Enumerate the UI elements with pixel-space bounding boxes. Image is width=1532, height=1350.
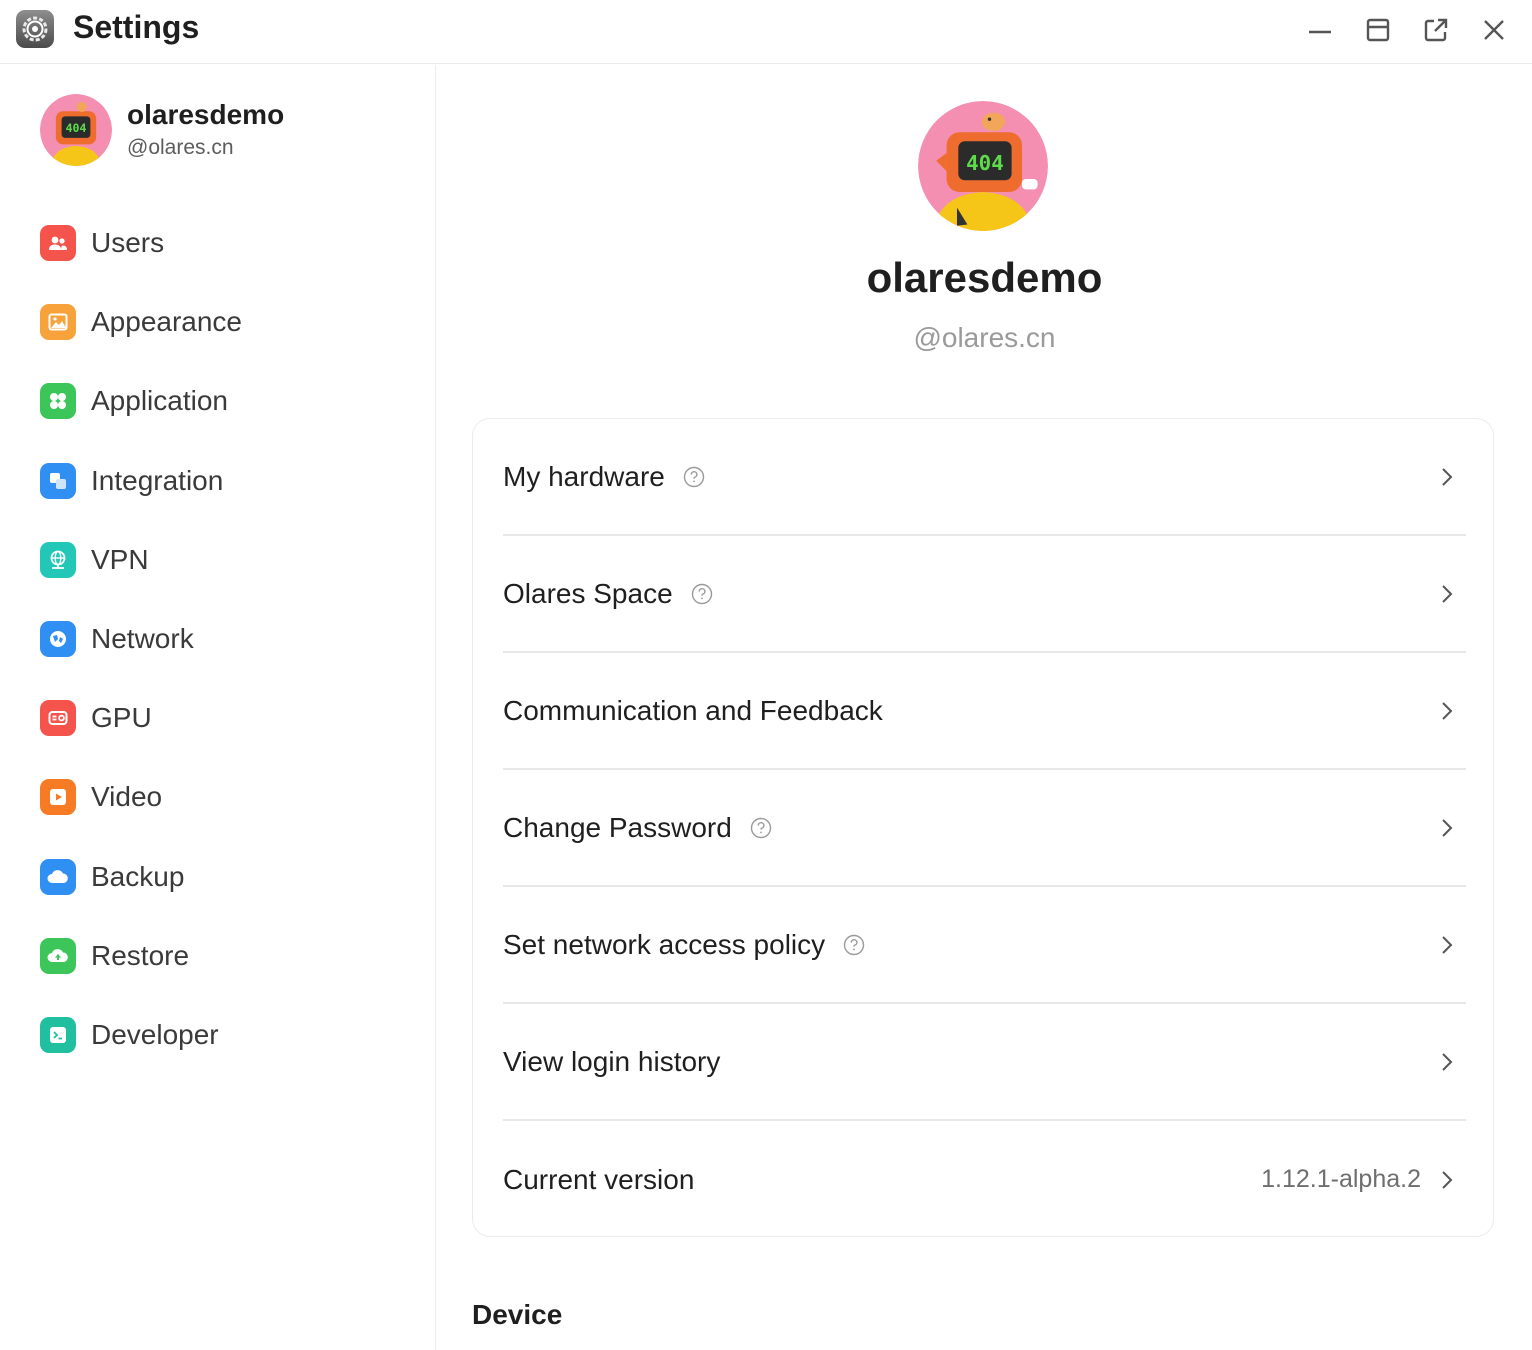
- sidebar-item-label: Application: [91, 385, 228, 417]
- close-button[interactable]: [1476, 12, 1512, 48]
- avatar-screen-text: 404: [66, 121, 87, 135]
- title-bar: Settings: [0, 0, 1532, 64]
- row-olares-space[interactable]: Olares Space: [503, 536, 1466, 653]
- version-value: 1.12.1-alpha.2: [1261, 1165, 1421, 1193]
- sidebar-item-label: Backup: [91, 860, 185, 892]
- open-external-button[interactable]: [1418, 12, 1454, 48]
- row-label: Change Password: [503, 811, 732, 843]
- main-content: 404 olaresdemo @olares.cn My hardware Ol…: [437, 65, 1532, 1350]
- sidebar-item-label: Appearance: [91, 306, 243, 338]
- profile-name: olaresdemo: [866, 254, 1103, 301]
- chevron-right-icon: [1435, 1050, 1459, 1074]
- sidebar-item-backup[interactable]: Backup: [40, 849, 242, 905]
- sidebar-item-video[interactable]: Video: [40, 769, 242, 825]
- chevron-right-icon: [1435, 816, 1459, 840]
- sidebar-item-label: Integration: [91, 464, 224, 496]
- close-icon: [1484, 20, 1504, 40]
- row-label: Current version: [503, 1163, 695, 1195]
- chevron-right-icon: [1435, 582, 1459, 606]
- chevron-right-icon: [1435, 465, 1459, 489]
- chevron-right-icon: [1435, 699, 1459, 723]
- sidebar-item-label: Restore: [91, 939, 190, 971]
- sidebar-item-label: VPN: [91, 543, 149, 575]
- apps-icon: [40, 383, 76, 420]
- profile-avatar[interactable]: 404: [918, 101, 1048, 231]
- sidebar-item-integration[interactable]: Integration: [40, 453, 242, 509]
- row-label: Communication and Feedback: [503, 694, 883, 726]
- cloud-restore-icon: [40, 937, 76, 974]
- gpu-icon: [40, 700, 76, 737]
- maximize-icon: [1366, 18, 1390, 42]
- sidebar-item-label: Developer: [91, 1018, 219, 1050]
- open-external-icon: [1424, 18, 1448, 42]
- sidebar-item-vpn[interactable]: VPN: [40, 532, 242, 588]
- video-icon: [40, 779, 76, 816]
- sidebar-item-users[interactable]: Users: [40, 215, 242, 271]
- terminal-icon: [40, 1016, 76, 1053]
- settings-card: My hardware Olares Space Communication a…: [472, 418, 1494, 1237]
- sidebar-domain: @olares.cn: [127, 136, 234, 159]
- sidebar-item-appearance[interactable]: Appearance: [40, 294, 242, 350]
- image-icon: [40, 304, 76, 341]
- cloud-icon: [40, 858, 76, 895]
- window-title: Settings: [73, 9, 200, 45]
- network-icon: [40, 620, 76, 657]
- sidebar: 404 olaresdemo @olares.cn Users Appearan…: [0, 65, 436, 1350]
- profile-domain: @olares.cn: [913, 322, 1056, 353]
- window-controls: [1302, 12, 1512, 48]
- sidebar-item-label: Network: [91, 622, 194, 654]
- settings-gear-icon: [16, 10, 54, 48]
- minimize-button[interactable]: [1302, 12, 1338, 48]
- help-icon[interactable]: [750, 817, 772, 839]
- chevron-right-icon: [1435, 1168, 1459, 1192]
- row-login-history[interactable]: View login history: [503, 1004, 1466, 1121]
- row-label: Set network access policy: [503, 928, 826, 960]
- avatar: 404: [40, 94, 112, 166]
- sidebar-item-label: Video: [91, 781, 163, 813]
- row-label: My hardware: [503, 460, 665, 492]
- sidebar-item-network[interactable]: Network: [40, 611, 242, 667]
- sidebar-item-gpu[interactable]: GPU: [40, 690, 242, 746]
- row-current-version[interactable]: Current version 1.12.1-alpha.2: [503, 1121, 1466, 1238]
- chevron-right-icon: [1435, 933, 1459, 957]
- row-label: Olares Space: [503, 577, 673, 609]
- integration-icon: [40, 462, 76, 499]
- device-section-title: Device: [472, 1299, 563, 1330]
- users-icon: [40, 225, 76, 261]
- sidebar-item-restore[interactable]: Restore: [40, 928, 242, 984]
- avatar-screen-text: 404: [966, 151, 1004, 175]
- sidebar-item-label: Users: [91, 227, 165, 258]
- sidebar-username: olaresdemo: [127, 99, 285, 130]
- maximize-button[interactable]: [1360, 12, 1396, 48]
- help-icon[interactable]: [843, 934, 865, 956]
- minimize-icon: [1309, 30, 1331, 34]
- row-label: View login history: [503, 1045, 721, 1077]
- row-communication-feedback[interactable]: Communication and Feedback: [503, 653, 1466, 770]
- sidebar-item-label: GPU: [91, 702, 152, 734]
- row-network-access-policy[interactable]: Set network access policy: [503, 887, 1466, 1004]
- help-icon[interactable]: [683, 466, 705, 488]
- sidebar-item-application[interactable]: Application: [40, 373, 242, 429]
- sidebar-item-developer[interactable]: Developer: [40, 1007, 242, 1063]
- row-change-password[interactable]: Change Password: [503, 770, 1466, 887]
- globe-icon: [40, 541, 76, 578]
- sidebar-nav: Users Appearance Application Integration…: [40, 215, 242, 1086]
- row-my-hardware[interactable]: My hardware: [503, 419, 1466, 536]
- help-icon[interactable]: [691, 583, 713, 605]
- sidebar-profile[interactable]: 404 olaresdemo @olares.cn: [40, 94, 284, 166]
